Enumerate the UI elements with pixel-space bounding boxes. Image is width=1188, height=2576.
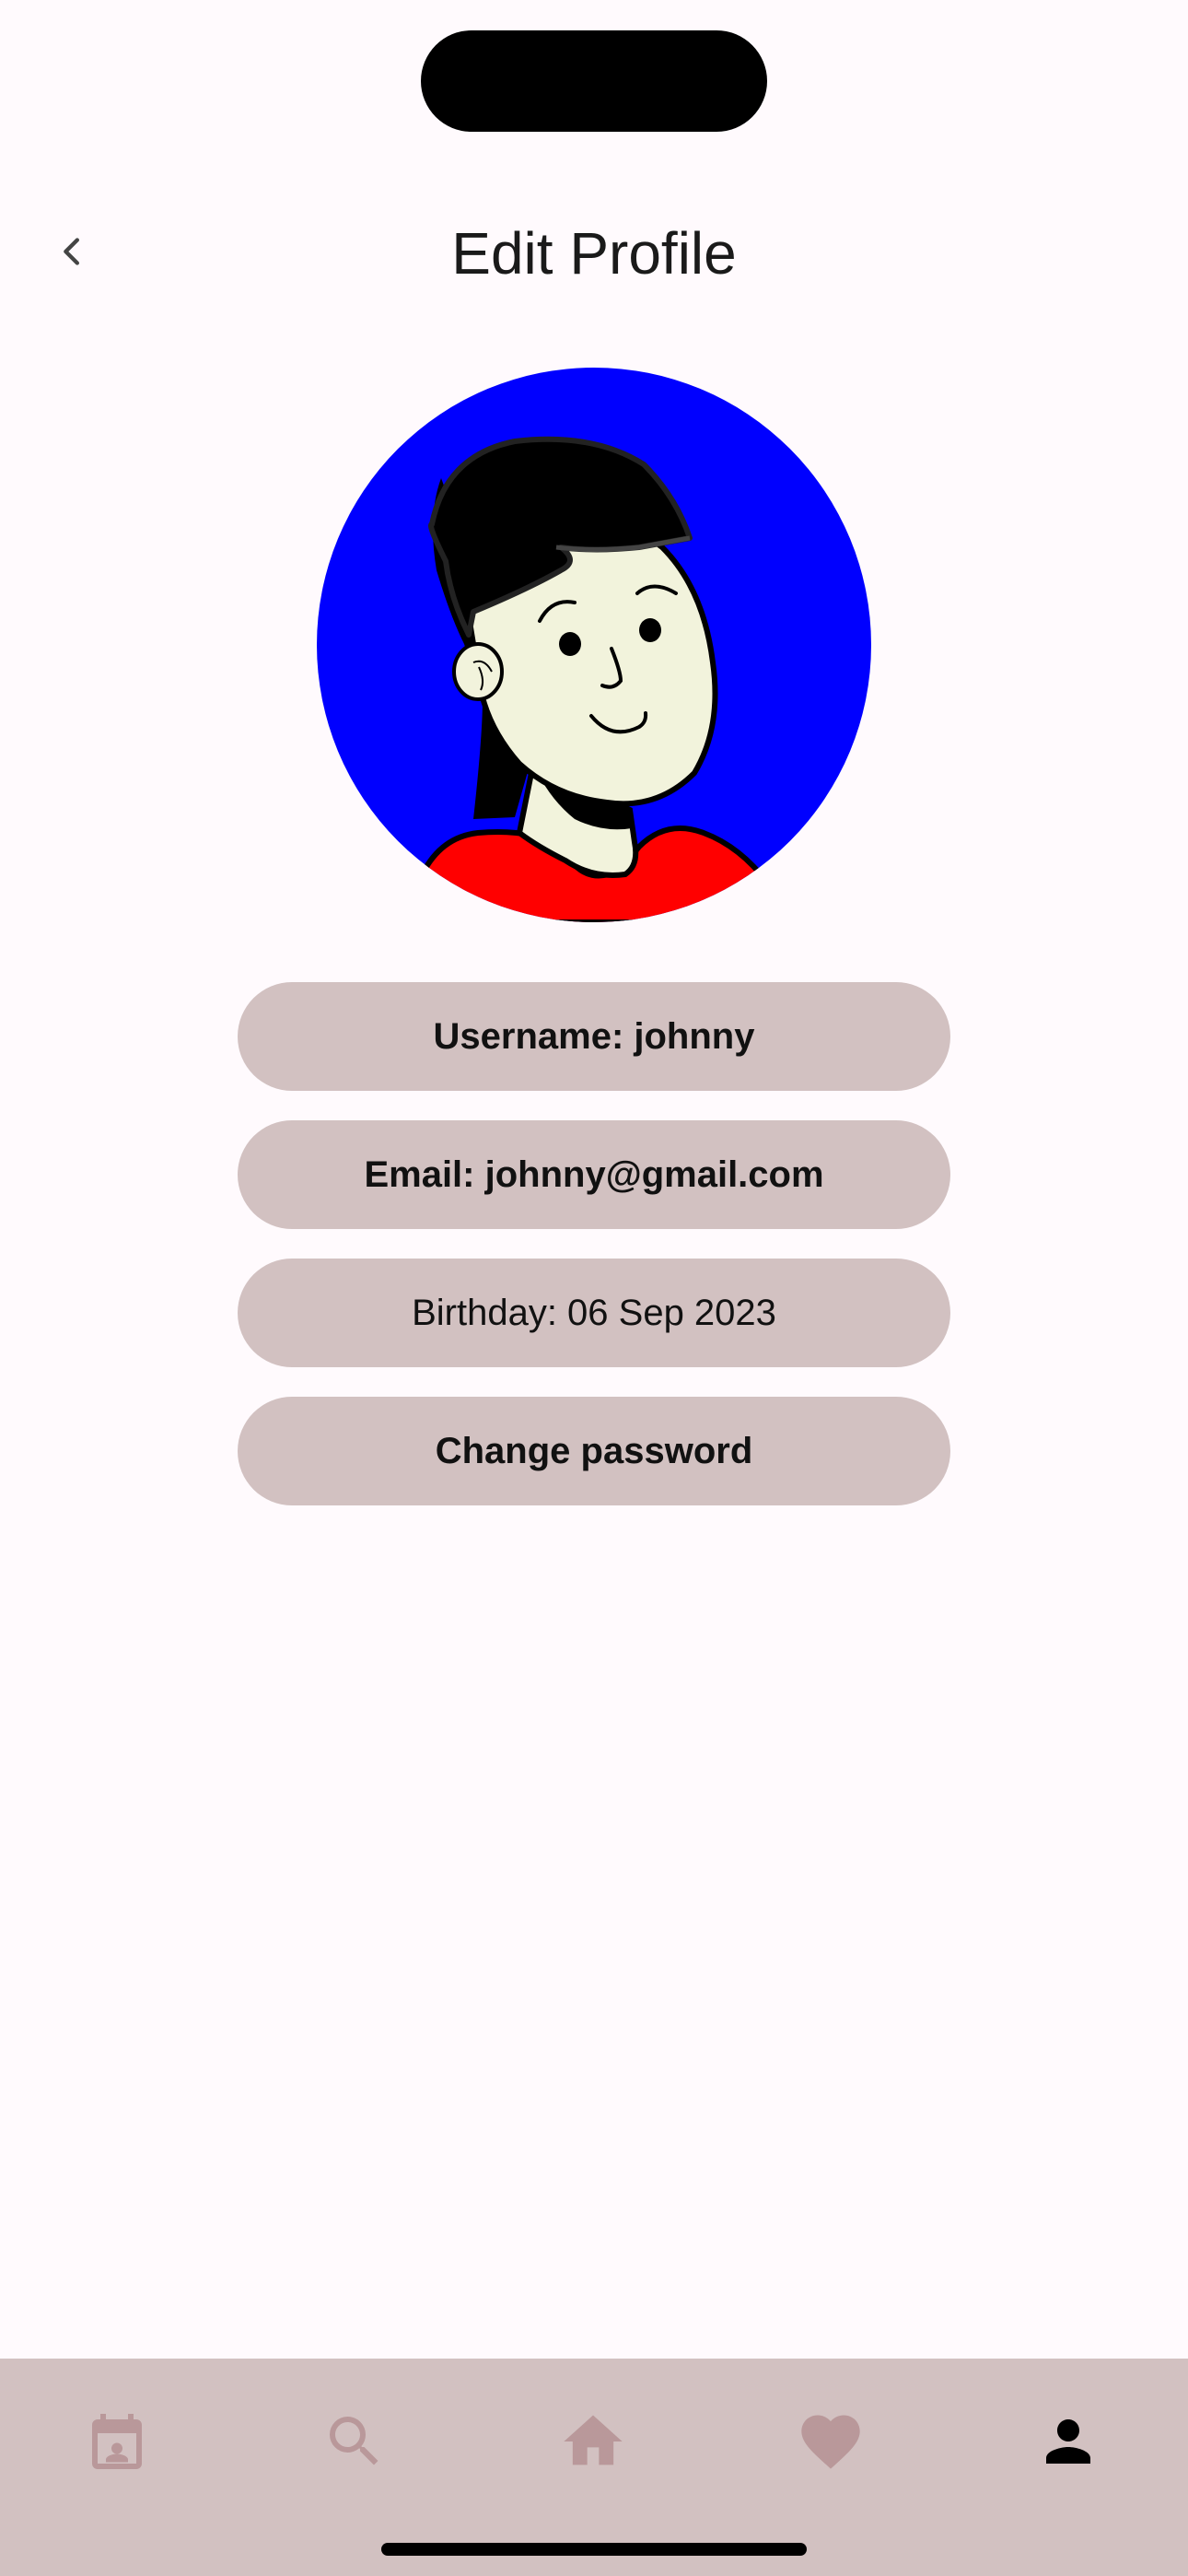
nav-item-calendar[interactable] xyxy=(71,2395,163,2488)
person-icon xyxy=(1046,2419,1090,2464)
birthday-field[interactable]: Birthday: 06 Sep 2023 xyxy=(238,1259,950,1367)
app-header: Edit Profile xyxy=(0,198,1188,318)
home-icon xyxy=(564,2415,623,2465)
avatar-ear xyxy=(452,642,504,701)
nav-item-favorites[interactable] xyxy=(785,2395,877,2488)
dynamic-island xyxy=(421,30,767,132)
username-field[interactable]: Username: johnny xyxy=(238,982,950,1091)
status-bar xyxy=(0,0,1188,157)
heart-icon xyxy=(801,2415,860,2469)
home-indicator xyxy=(381,2543,807,2556)
change-password-button[interactable]: Change password xyxy=(238,1397,950,1505)
avatar-eye-right xyxy=(639,618,661,642)
search-icon xyxy=(330,2417,379,2465)
email-field[interactable]: Email: johnny@gmail.com xyxy=(238,1120,950,1229)
avatar[interactable] xyxy=(317,368,871,922)
nav-item-search[interactable] xyxy=(309,2395,401,2488)
page-title: Edit Profile xyxy=(451,220,737,287)
avatar-illustration xyxy=(317,368,871,922)
nav-item-home[interactable] xyxy=(547,2395,639,2488)
calendar-icon xyxy=(92,2414,142,2469)
avatar-eye-left xyxy=(559,632,581,656)
nav-item-profile[interactable] xyxy=(1022,2395,1114,2488)
